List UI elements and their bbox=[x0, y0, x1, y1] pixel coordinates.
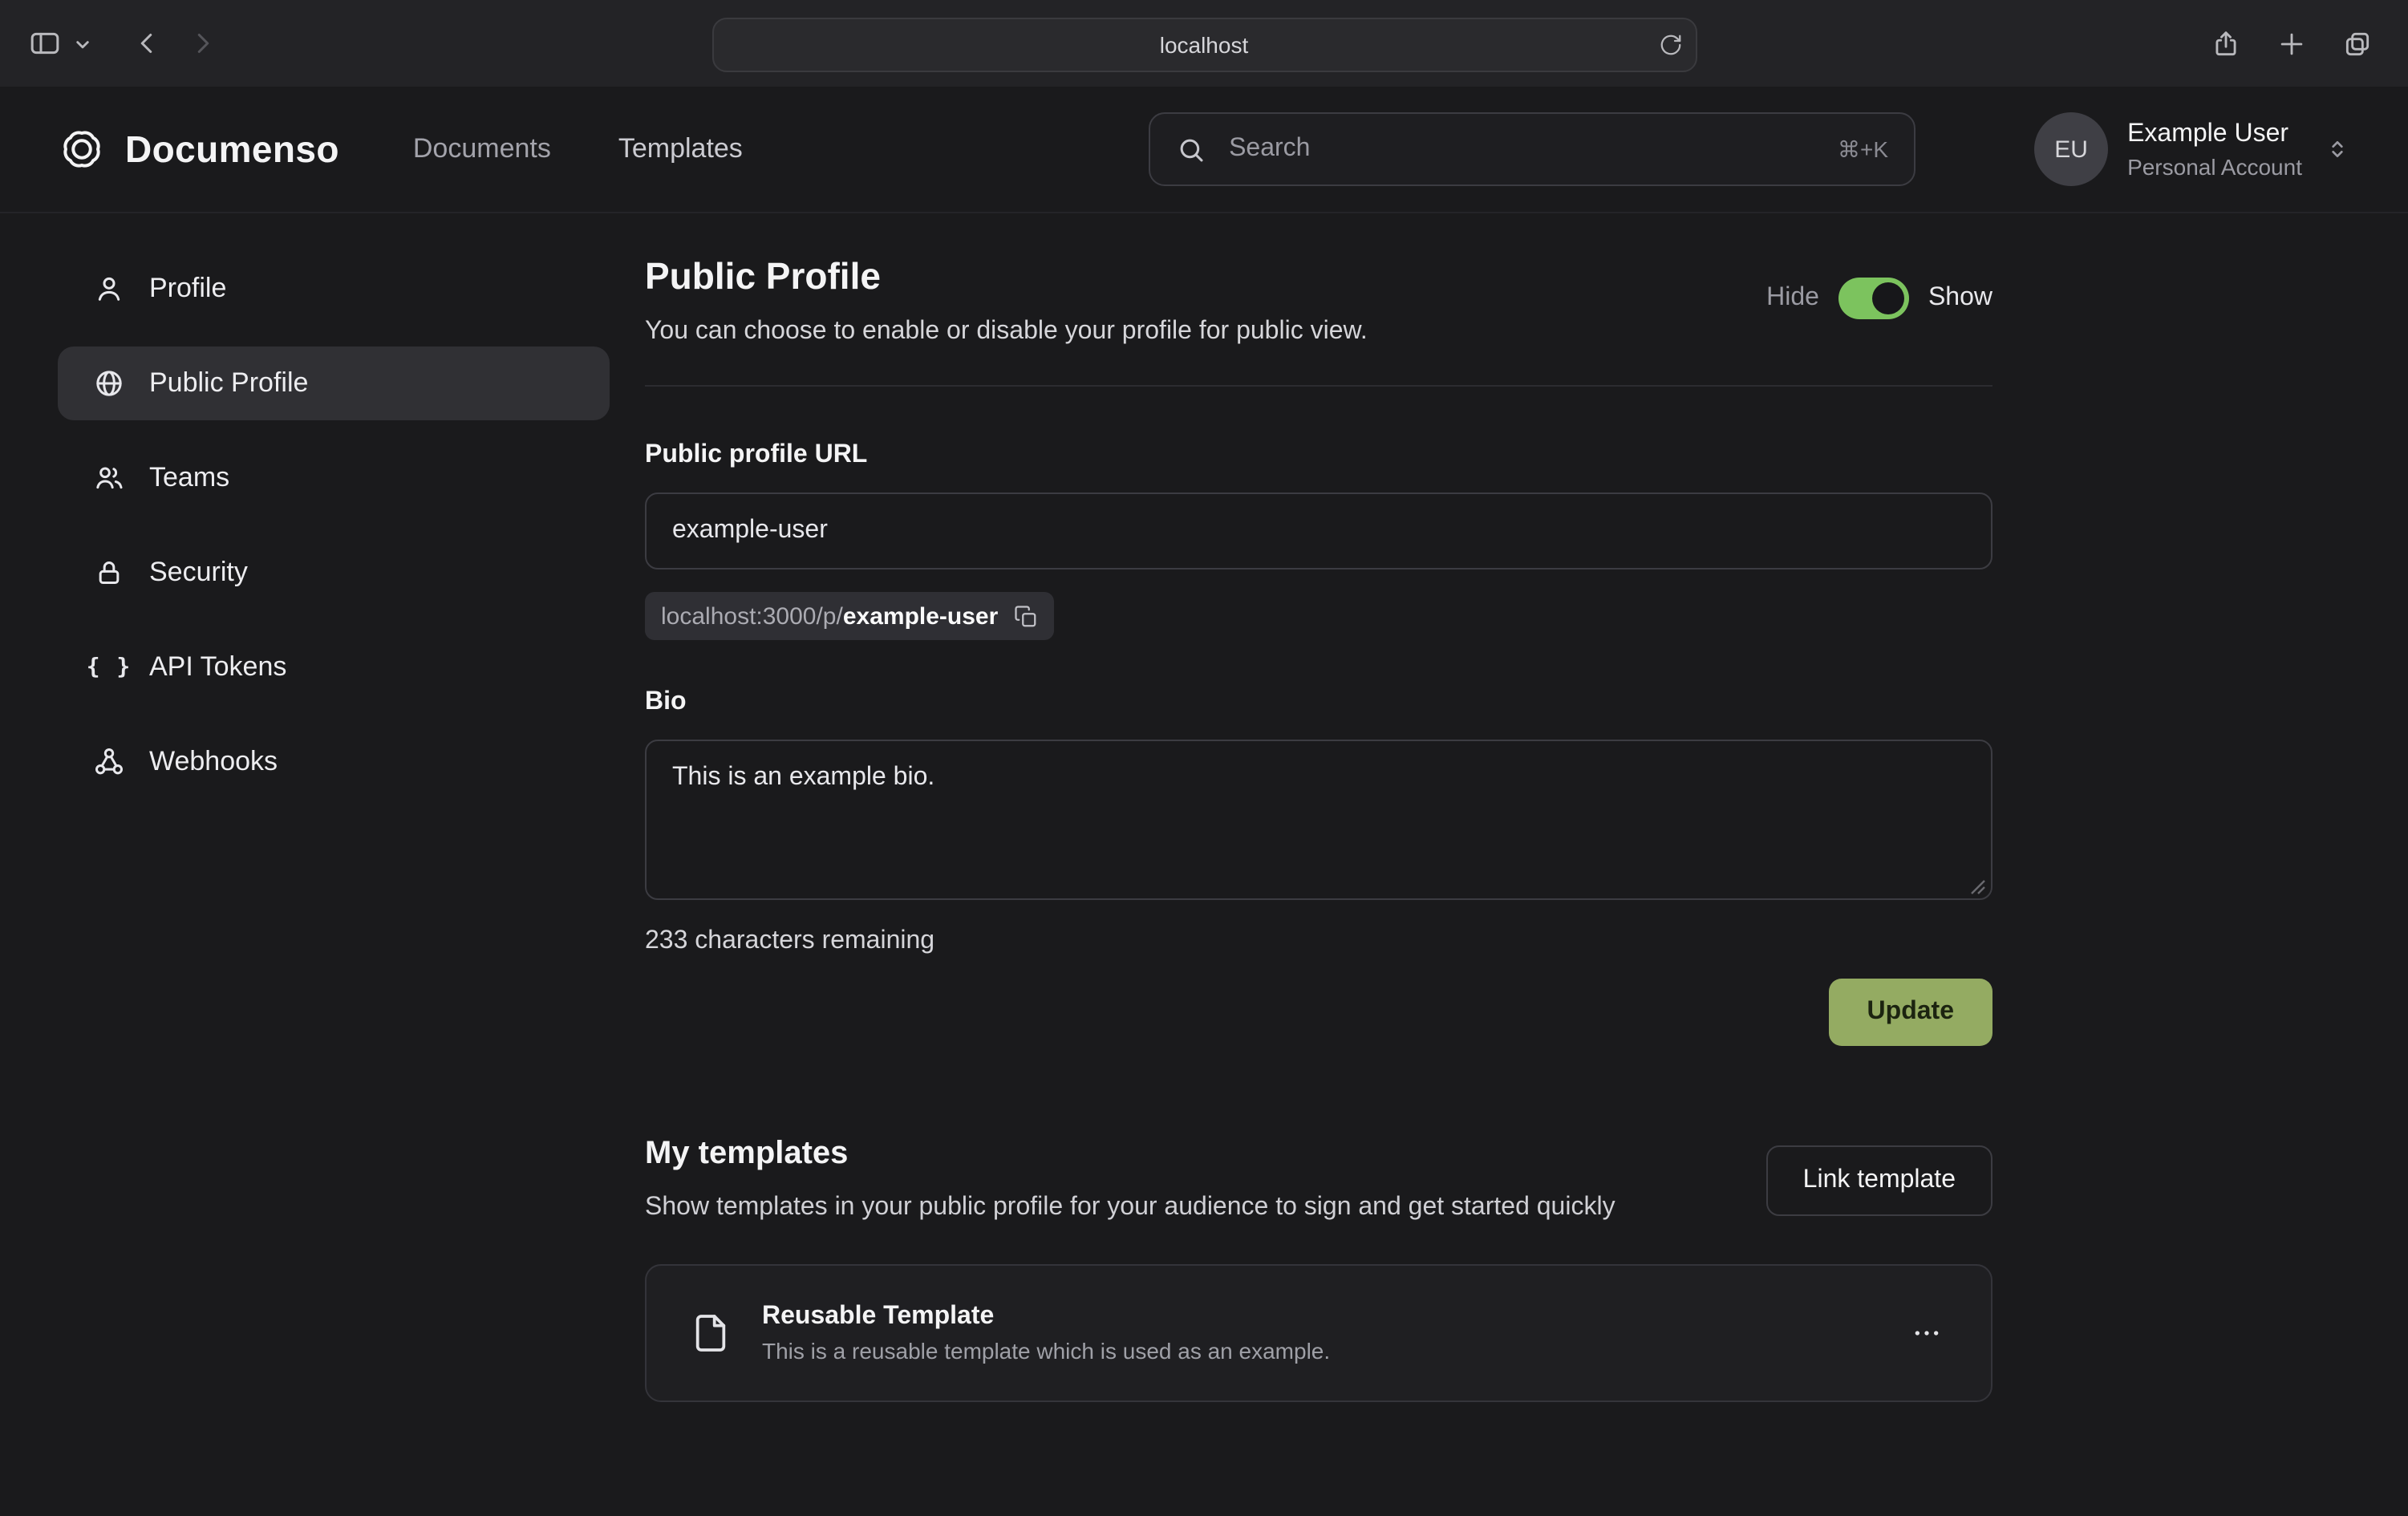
sidebar-item-public-profile[interactable]: Public Profile bbox=[58, 347, 610, 420]
template-info: Reusable Template This is a reusable tem… bbox=[762, 1303, 1330, 1364]
templates-description: Show templates in your public profile fo… bbox=[645, 1189, 1615, 1229]
tab-overview-button[interactable] bbox=[2336, 22, 2379, 65]
sidebar-item-teams[interactable]: Teams bbox=[58, 441, 610, 515]
sidebar-toggle-button[interactable] bbox=[22, 21, 67, 66]
bio-textarea[interactable]: This is an example bio. bbox=[645, 740, 1992, 900]
documenso-app: Documenso Documents Templates ⌘+K EU Exa… bbox=[0, 87, 2408, 1402]
forward-arrow-icon bbox=[188, 29, 217, 58]
profile-visibility-toggle[interactable] bbox=[1838, 278, 1909, 319]
template-menu-button[interactable] bbox=[1904, 1311, 1949, 1356]
profile-url-input[interactable] bbox=[645, 492, 1992, 570]
toggle-knob bbox=[1872, 282, 1904, 314]
braces-icon: { } bbox=[93, 655, 125, 680]
user-info: Example User Personal Account bbox=[2127, 120, 2302, 179]
browser-chrome: localhost bbox=[0, 0, 2408, 87]
sidebar-item-api-tokens[interactable]: { } API Tokens bbox=[58, 630, 610, 704]
search-input[interactable] bbox=[1226, 133, 1818, 165]
forward-button[interactable] bbox=[181, 22, 223, 64]
settings-sidebar: Profile Public Profile Teams bbox=[58, 252, 610, 799]
copy-url-button[interactable] bbox=[1014, 604, 1038, 628]
share-icon bbox=[2211, 28, 2241, 59]
search-shortcut: ⌘+K bbox=[1838, 136, 1888, 163]
user-menu[interactable]: EU Example User Personal Account bbox=[2034, 112, 2350, 186]
nav-documents[interactable]: Documents bbox=[413, 133, 551, 165]
brand-name: Documenso bbox=[125, 128, 339, 171]
share-button[interactable] bbox=[2204, 22, 2248, 65]
browser-window: localhost Documenso bbox=[0, 0, 2408, 1516]
webhook-icon bbox=[93, 746, 125, 778]
visibility-control: Hide Show bbox=[1766, 278, 1992, 319]
browser-url-text: localhost bbox=[1160, 32, 1249, 58]
copy-icon bbox=[1014, 604, 1038, 628]
template-description: This is a reusable template which is use… bbox=[762, 1338, 1330, 1364]
brand[interactable]: Documenso bbox=[58, 125, 339, 173]
avatar: EU bbox=[2034, 112, 2108, 186]
chevron-down-icon[interactable] bbox=[74, 34, 91, 52]
my-templates-section: My templates Show templates in your publ… bbox=[645, 1136, 1992, 1402]
browser-url-bar[interactable]: localhost bbox=[711, 18, 1697, 72]
chevron-up-down-icon bbox=[2325, 136, 2350, 162]
page-title: Public Profile bbox=[645, 255, 1368, 298]
documenso-logo-icon bbox=[58, 125, 106, 173]
public-profile-settings: Public Profile You can choose to enable … bbox=[645, 252, 1992, 1402]
plus-icon bbox=[2276, 28, 2307, 59]
template-name: Reusable Template bbox=[762, 1303, 1330, 1332]
show-label: Show bbox=[1928, 284, 1992, 313]
back-button[interactable] bbox=[127, 22, 168, 64]
sidebar-item-label: Profile bbox=[149, 273, 226, 305]
users-icon bbox=[93, 462, 125, 494]
sidebar-item-label: Security bbox=[149, 557, 248, 589]
sidebar-item-security[interactable]: Security bbox=[58, 536, 610, 610]
divider bbox=[645, 385, 1992, 387]
sidebar-item-label: Public Profile bbox=[149, 367, 308, 399]
user-icon bbox=[93, 273, 125, 305]
app-body: Profile Public Profile Teams bbox=[0, 213, 2408, 1402]
characters-remaining: 233 characters remaining bbox=[645, 927, 1992, 956]
new-tab-button[interactable] bbox=[2270, 22, 2313, 65]
hide-label: Hide bbox=[1766, 284, 1819, 313]
refresh-button[interactable] bbox=[1652, 26, 1688, 63]
lock-icon bbox=[93, 557, 125, 589]
sidebar-panel-icon bbox=[29, 27, 61, 59]
back-arrow-icon bbox=[133, 29, 162, 58]
bio-section: Bio This is an example bio. 233 characte… bbox=[645, 688, 1992, 956]
templates-title: My templates bbox=[645, 1136, 1615, 1173]
update-button[interactable]: Update bbox=[1829, 979, 1992, 1046]
sidebar-item-label: Teams bbox=[149, 462, 229, 494]
search-icon bbox=[1176, 134, 1206, 164]
app-header: Documenso Documents Templates ⌘+K EU Exa… bbox=[0, 87, 2408, 213]
ellipsis-icon bbox=[1911, 1317, 1943, 1349]
user-account-type: Personal Account bbox=[2127, 153, 2302, 179]
search-box[interactable]: ⌘+K bbox=[1149, 112, 1915, 186]
sidebar-item-webhooks[interactable]: Webhooks bbox=[58, 725, 610, 799]
main-nav: Documents Templates bbox=[413, 133, 743, 165]
refresh-icon bbox=[1658, 33, 1682, 57]
user-name: Example User bbox=[2127, 120, 2302, 150]
tabs-icon bbox=[2342, 28, 2373, 59]
template-card[interactable]: Reusable Template This is a reusable tem… bbox=[645, 1264, 1992, 1402]
sidebar-item-label: Webhooks bbox=[149, 746, 278, 778]
sidebar-item-label: API Tokens bbox=[149, 651, 286, 683]
page-subtitle: You can choose to enable or disable your… bbox=[645, 318, 1368, 347]
globe-icon bbox=[93, 367, 125, 399]
profile-url-label: Public profile URL bbox=[645, 441, 1992, 470]
nav-templates[interactable]: Templates bbox=[618, 133, 743, 165]
link-template-button[interactable]: Link template bbox=[1766, 1145, 1992, 1216]
profile-url-chip: localhost:3000/p/example-user bbox=[645, 592, 1054, 640]
bio-label: Bio bbox=[645, 688, 1992, 717]
sidebar-item-profile[interactable]: Profile bbox=[58, 252, 610, 326]
profile-url-chip-text: localhost:3000/p/example-user bbox=[661, 602, 998, 630]
file-icon bbox=[688, 1311, 733, 1356]
resize-handle-icon[interactable] bbox=[1970, 879, 1986, 895]
profile-url-section: Public profile URL localhost:3000/p/exam… bbox=[645, 441, 1992, 640]
